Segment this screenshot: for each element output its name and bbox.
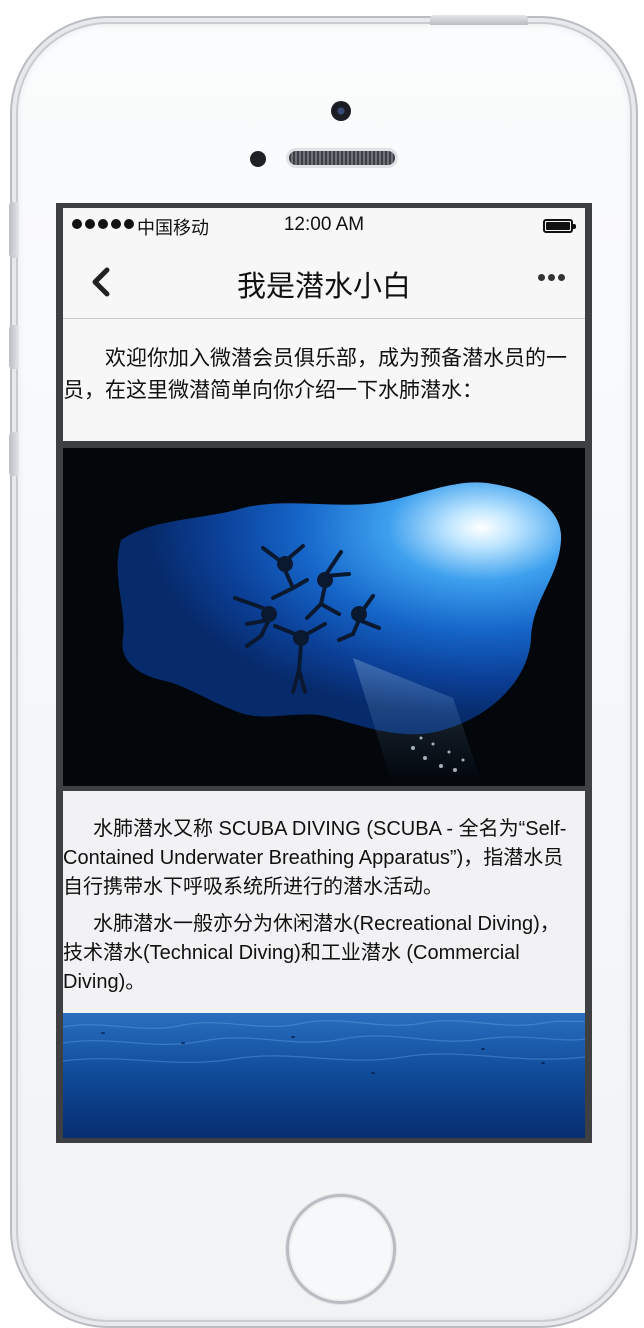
- ocean-surface-photo: [63, 1013, 585, 1138]
- divider: [63, 441, 585, 448]
- page-title: 我是潜水小白: [236, 271, 411, 303]
- home-button[interactable]: [286, 1194, 396, 1304]
- article-paragraph: 水肺潜水一般亦分为休闲潜水(Recreational Diving)，技术潜水(…: [63, 913, 560, 993]
- intro-section: 欢迎你加入微潜会员俱乐部，成为预备潜水员的一员，在这里微潜简单向你介绍一下水肺潜…: [63, 319, 585, 441]
- proximity-sensor: [250, 151, 266, 167]
- status-time: 12:00 AM: [283, 214, 365, 235]
- intro-text: 欢迎你加入微潜会员俱乐部，成为预备潜水员的一员，在这里微潜简单向你介绍一下水肺潜…: [63, 347, 567, 402]
- screen-content: 中国移动 12:00 AM 我是潜水小白 欢迎你加入微潜会员俱乐部，成为预备潜水…: [63, 208, 585, 1138]
- volume-down-button[interactable]: [9, 432, 19, 476]
- front-camera: [331, 101, 351, 121]
- status-bar: 中国移动 12:00 AM: [63, 208, 585, 246]
- more-dots-icon[interactable]: [538, 274, 565, 281]
- article-body: 水肺潜水又称 SCUBA DIVING (SCUBA - 全名为“Self-Co…: [63, 791, 585, 1013]
- earpiece-speaker: [286, 148, 398, 168]
- power-button[interactable]: [430, 15, 528, 25]
- navigation-bar: 我是潜水小白: [63, 246, 585, 319]
- underwater-cave-photo: [63, 448, 585, 786]
- volume-up-button[interactable]: [9, 325, 19, 369]
- battery-icon: [543, 219, 576, 233]
- article-paragraph: 水肺潜水又称 SCUBA DIVING (SCUBA - 全名为“Self-Co…: [63, 818, 567, 898]
- mute-switch[interactable]: [9, 202, 19, 258]
- screen: 中国移动 12:00 AM 我是潜水小白 欢迎你加入微潜会员俱乐部，成为预备潜水…: [56, 203, 592, 1143]
